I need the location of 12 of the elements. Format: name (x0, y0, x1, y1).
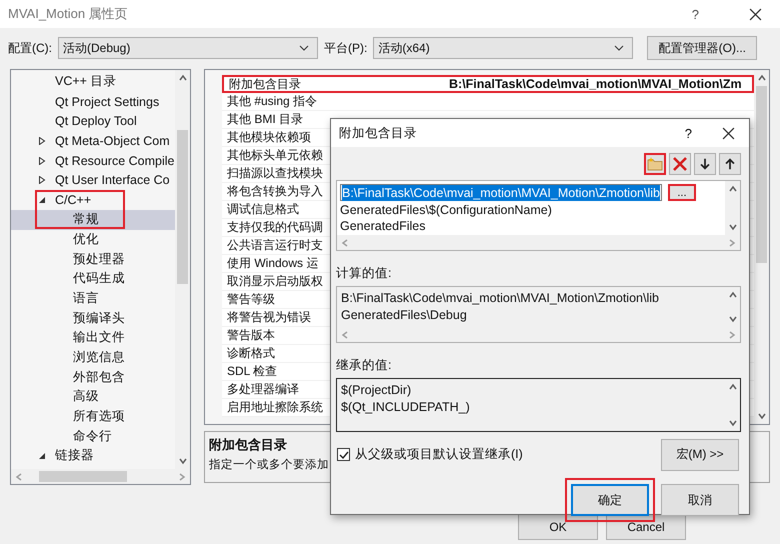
value-line: $(Qt_INCLUDEPATH_) (341, 399, 471, 416)
value-line: GeneratedFiles\Debug (341, 307, 468, 324)
description-text: 指定一个或多个要添加 (209, 458, 329, 472)
value-line: B:\FinalTask\Code\mvai_motion\MVAI_Motion\Zmotion\lib (341, 290, 660, 307)
platform-label: 平台(P): (324, 40, 368, 56)
checkbox-label: 从父级或项目默认设置继承(I) (355, 446, 523, 463)
configuration-label: 配置(C): (8, 40, 52, 56)
inherited-value-label: 继承的值: (336, 357, 392, 374)
evaluated-value-label: 计算的值: (336, 265, 392, 282)
value-line: $(ProjectDir) (341, 382, 412, 399)
description-title: 附加包含目录 (209, 436, 287, 454)
window-title: MVAI_Motion 属性页 (8, 5, 129, 23)
